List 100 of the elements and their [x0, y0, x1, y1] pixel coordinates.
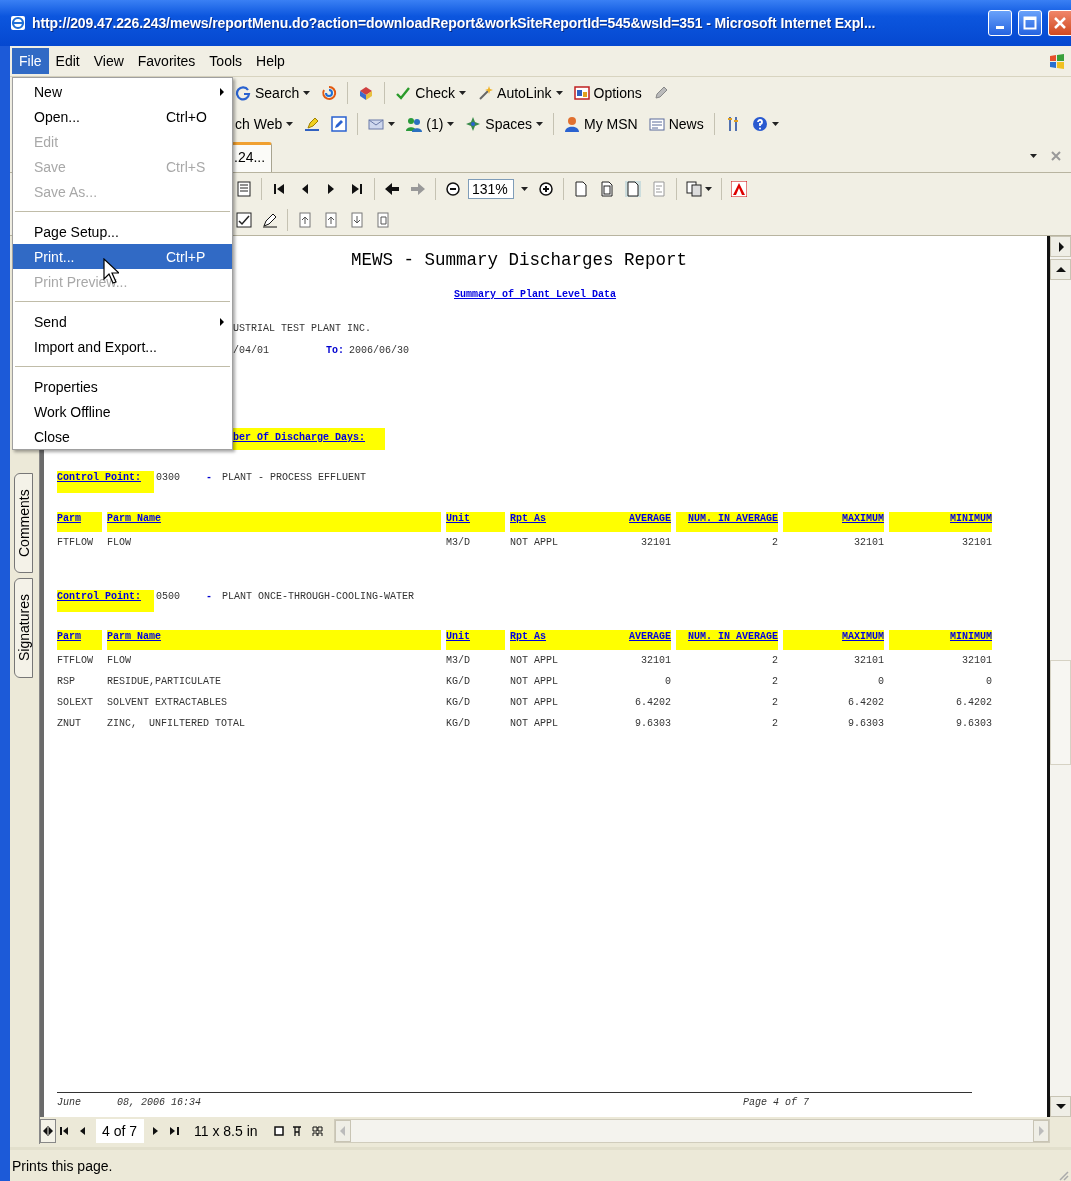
page-field[interactable]: 4 of 7: [96, 1118, 144, 1143]
cube-icon: [358, 84, 375, 101]
column-link[interactable]: MAXIMUM: [842, 513, 884, 524]
zoom-field[interactable]: 131%: [468, 178, 514, 199]
table-cell-text: RSP: [57, 675, 76, 689]
column-link[interactable]: Unit: [446, 513, 470, 524]
menu-item[interactable]: Tools: [202, 48, 250, 74]
toolbar-button[interactable]: Spaces: [461, 110, 548, 137]
search-icon: [235, 84, 251, 101]
menu-item[interactable]: Import and Export...: [13, 334, 232, 359]
table-cell-text: FLOW: [107, 654, 132, 668]
toolbar-button[interactable]: Check: [391, 79, 471, 106]
menu-item[interactable]: File: [12, 48, 49, 74]
table-cell-text: KG/D: [446, 696, 471, 710]
submenu-arrow-icon: [220, 87, 224, 96]
close-icon: [1053, 16, 1067, 30]
toolbar-button[interactable]: News: [644, 110, 708, 137]
close-button[interactable]: [1048, 10, 1071, 36]
caret-icon: [521, 186, 528, 191]
table-cell-text: SOLEXT: [57, 696, 94, 710]
signature-pen-icon: [262, 211, 278, 228]
caret-icon[interactable]: [1030, 153, 1037, 158]
facing-pages-icon: [311, 1125, 324, 1136]
column-link[interactable]: Parm Name: [107, 631, 161, 642]
report-title: MEWS - Summary Discharges Report: [351, 250, 689, 270]
column-link[interactable]: NUM. IN AVERAGE: [688, 513, 778, 524]
scroll-down-button[interactable]: [1050, 1096, 1071, 1117]
menu-item[interactable]: New: [13, 79, 232, 104]
table-cell-text: FTFLOW: [57, 654, 94, 668]
report-link[interactable]: Summary of Plant Level Data: [454, 288, 617, 302]
table-cell-text: 32101: [640, 536, 671, 550]
toolbar-button[interactable]: My MSN: [560, 110, 642, 137]
column-link[interactable]: NUM. IN AVERAGE: [688, 631, 778, 642]
side-tab[interactable]: Comments: [14, 473, 33, 573]
menu-item[interactable]: Edit: [48, 48, 87, 74]
maximize-button[interactable]: [1018, 10, 1042, 36]
highlighter-icon: [304, 115, 321, 132]
table-cell-text: NOT APPL: [510, 654, 559, 668]
column-link[interactable]: MINIMUM: [950, 631, 992, 642]
table-cell-text: 6.4202: [847, 696, 884, 710]
from-date: /04/01: [233, 345, 269, 357]
menu-item[interactable]: Properties: [13, 374, 232, 399]
toolbar-button[interactable]: ch Web: [231, 110, 298, 137]
menu-item[interactable]: Print... Ctrl+P: [13, 244, 232, 269]
previous-page-icon: [78, 1125, 88, 1136]
scroll-thumb[interactable]: [1050, 660, 1071, 765]
menu-item[interactable]: Help: [249, 48, 292, 74]
table-cell-text: ZINC, UNFILTERED TOTAL: [107, 717, 247, 731]
pencil-icon: [652, 84, 669, 101]
toolbar-button[interactable]: Search: [231, 79, 315, 106]
menu-item[interactable]: Favorites: [130, 48, 203, 74]
footer-month: June: [57, 1097, 82, 1109]
page-fit-icon: [625, 180, 641, 197]
caret-icon: [555, 90, 563, 95]
column-link[interactable]: MINIMUM: [950, 513, 992, 524]
toolbar-button[interactable]: (1): [402, 110, 459, 137]
dash-text: -: [206, 471, 213, 485]
caret-icon: [286, 121, 294, 126]
column-link[interactable]: AVERAGE: [629, 513, 671, 524]
vertical-scrollbar[interactable]: [1050, 236, 1071, 1117]
table-cell-text: 2: [771, 696, 778, 710]
menu-item[interactable]: Page Setup...: [13, 219, 232, 244]
up-triangle-icon: [1055, 266, 1066, 273]
control-point-code: 0500: [156, 590, 180, 604]
page-icon: [573, 180, 589, 197]
left-triangle-icon: [339, 1125, 347, 1136]
column-link[interactable]: Rpt As: [510, 513, 546, 524]
browser-tab[interactable]: .24...: [231, 142, 273, 172]
column-link[interactable]: Rpt As: [510, 631, 546, 642]
panel-toggle-button[interactable]: [40, 1118, 56, 1143]
browser-icon: [10, 15, 26, 31]
pane-toggle-button[interactable]: [1050, 236, 1071, 257]
column-link[interactable]: AVERAGE: [629, 631, 671, 642]
table-cell-text: 9.6303: [955, 717, 992, 731]
menu-item[interactable]: Open... Ctrl+O: [13, 104, 232, 129]
column-link[interactable]: Unit: [446, 631, 470, 642]
toolbar-button[interactable]: Options: [569, 79, 646, 106]
right-triangle-icon: [1056, 241, 1065, 252]
control-point-link[interactable]: Control Point:: [57, 472, 141, 483]
column-link[interactable]: MAXIMUM: [842, 631, 884, 642]
toolbar-button[interactable]: AutoLink: [473, 79, 567, 106]
table-cell-text: 32101: [961, 654, 992, 668]
menu-item[interactable]: View: [86, 48, 131, 74]
continuous-page-icon: [291, 1125, 304, 1136]
notepad-icon: [331, 115, 348, 132]
minimize-button[interactable]: [988, 10, 1012, 36]
caret-icon: [771, 121, 779, 126]
table-cell-text: SOLVENT EXTRACTABLES: [107, 696, 229, 710]
scroll-up-button[interactable]: [1050, 259, 1071, 280]
discharge-days-link[interactable]: ber Of Discharge Days:: [233, 432, 366, 443]
column-link[interactable]: Parm: [57, 631, 81, 642]
menu-item[interactable]: Send: [13, 309, 232, 334]
document-icon: [236, 180, 252, 197]
pages-icon: [686, 180, 702, 197]
side-tab[interactable]: Signatures: [14, 578, 33, 678]
menu-item[interactable]: Close: [13, 424, 232, 449]
menu-item[interactable]: Work Offline: [13, 399, 232, 424]
control-point-link[interactable]: Control Point:: [57, 591, 141, 602]
column-link[interactable]: Parm: [57, 513, 81, 524]
column-link[interactable]: Parm Name: [107, 513, 161, 524]
